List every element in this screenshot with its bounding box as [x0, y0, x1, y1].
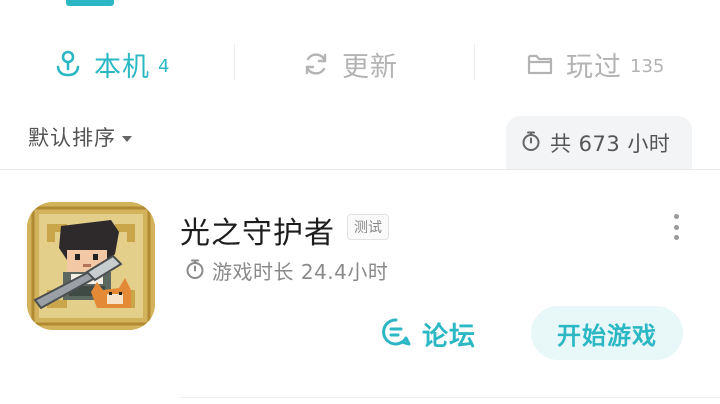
tab-update-label: 更新 [342, 51, 398, 83]
forum-button[interactable]: 论坛 [380, 314, 476, 354]
caret-down-icon [122, 135, 132, 142]
folder-icon [524, 48, 556, 80]
game-playtime-text: 游戏时长 24.4小时 [212, 260, 389, 284]
tab-divider [234, 44, 235, 80]
tab-local-count: 4 [158, 55, 170, 77]
tab-divider [474, 44, 475, 80]
game-icon[interactable] [27, 202, 155, 330]
total-playtime-text: 共 673 小时 [550, 132, 671, 156]
game-card[interactable]: 光之守护者 测试 游戏时长 24.4小时 论坛 开始游戏 [0, 170, 720, 404]
stopwatch-icon [184, 258, 206, 284]
tab-update[interactable]: 更新 [300, 44, 398, 84]
sort-label: 默认排序 [28, 126, 116, 150]
sort-dropdown[interactable]: 默认排序 [28, 122, 132, 152]
test-badge: 测试 [347, 214, 389, 240]
divider [180, 397, 720, 398]
tab-local-label: 本机 [94, 51, 150, 83]
refresh-icon [300, 48, 332, 80]
start-game-button[interactable]: 开始游戏 [531, 306, 683, 360]
stopwatch-icon [520, 130, 542, 156]
tab-played-label: 玩过 [566, 51, 622, 83]
chat-bubble-icon [380, 316, 412, 352]
device-anchor-icon [52, 48, 84, 80]
tab-local[interactable]: 本机 4 [52, 44, 169, 84]
start-game-label: 开始游戏 [557, 321, 657, 350]
total-playtime: 共 673 小时 [506, 116, 692, 170]
tab-played[interactable]: 玩过 135 [524, 44, 664, 84]
forum-label: 论坛 [422, 321, 477, 352]
game-title[interactable]: 光之守护者 [180, 208, 335, 252]
tab-played-count: 135 [630, 55, 665, 77]
more-options-icon[interactable] [668, 214, 684, 240]
tab-indicator [66, 0, 114, 6]
game-playtime: 游戏时长 24.4小时 [184, 256, 388, 285]
